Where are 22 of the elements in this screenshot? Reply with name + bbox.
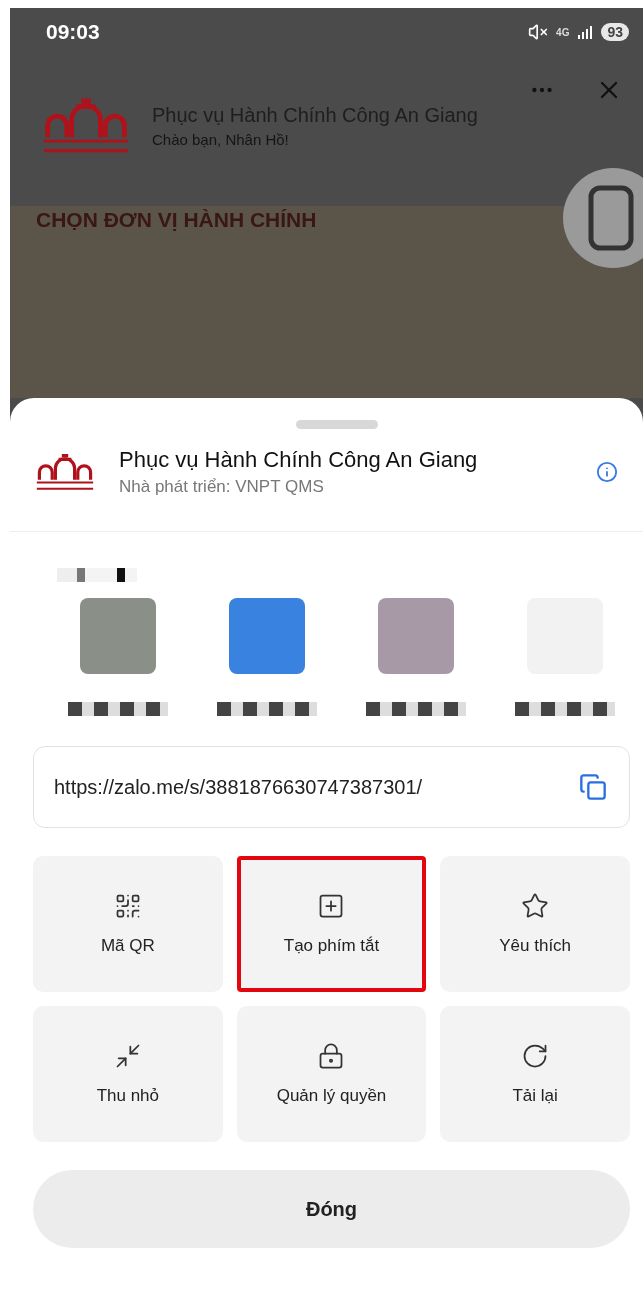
link-field[interactable]: https://zalo.me/s/3881876630747387301/: [33, 746, 630, 828]
action-button[interactable]: Thu nhỏ: [33, 1006, 223, 1142]
action-button[interactable]: Tải lại: [440, 1006, 630, 1142]
close-button[interactable]: Đóng: [33, 1170, 630, 1248]
link-text: https://zalo.me/s/3881876630747387301/: [54, 775, 424, 799]
action-button[interactable]: Yêu thích: [440, 856, 630, 992]
section-title: CHỌN ĐƠN VỊ HÀNH CHÍNH: [36, 208, 318, 232]
battery-level: 93: [601, 23, 629, 41]
action-button[interactable]: Tạo phím tắt: [236, 856, 427, 992]
info-icon[interactable]: [596, 461, 618, 483]
developer-text: Nhà phát triển: VNPT QMS: [119, 477, 325, 497]
status-time: 09:03: [46, 20, 100, 44]
floating-button[interactable]: [563, 168, 643, 268]
action-button[interactable]: Mã QR: [33, 856, 223, 992]
mute-icon: [528, 22, 549, 42]
network-type: 4G: [556, 26, 570, 38]
app-name: Phục vụ Hành Chính Công An Giang: [119, 447, 479, 473]
signal-icon: [577, 24, 594, 40]
action-button[interactable]: Quản lý quyền: [236, 1006, 427, 1142]
drag-handle[interactable]: [295, 420, 378, 429]
copy-icon[interactable]: [579, 773, 607, 801]
star-icon: [521, 892, 550, 920]
